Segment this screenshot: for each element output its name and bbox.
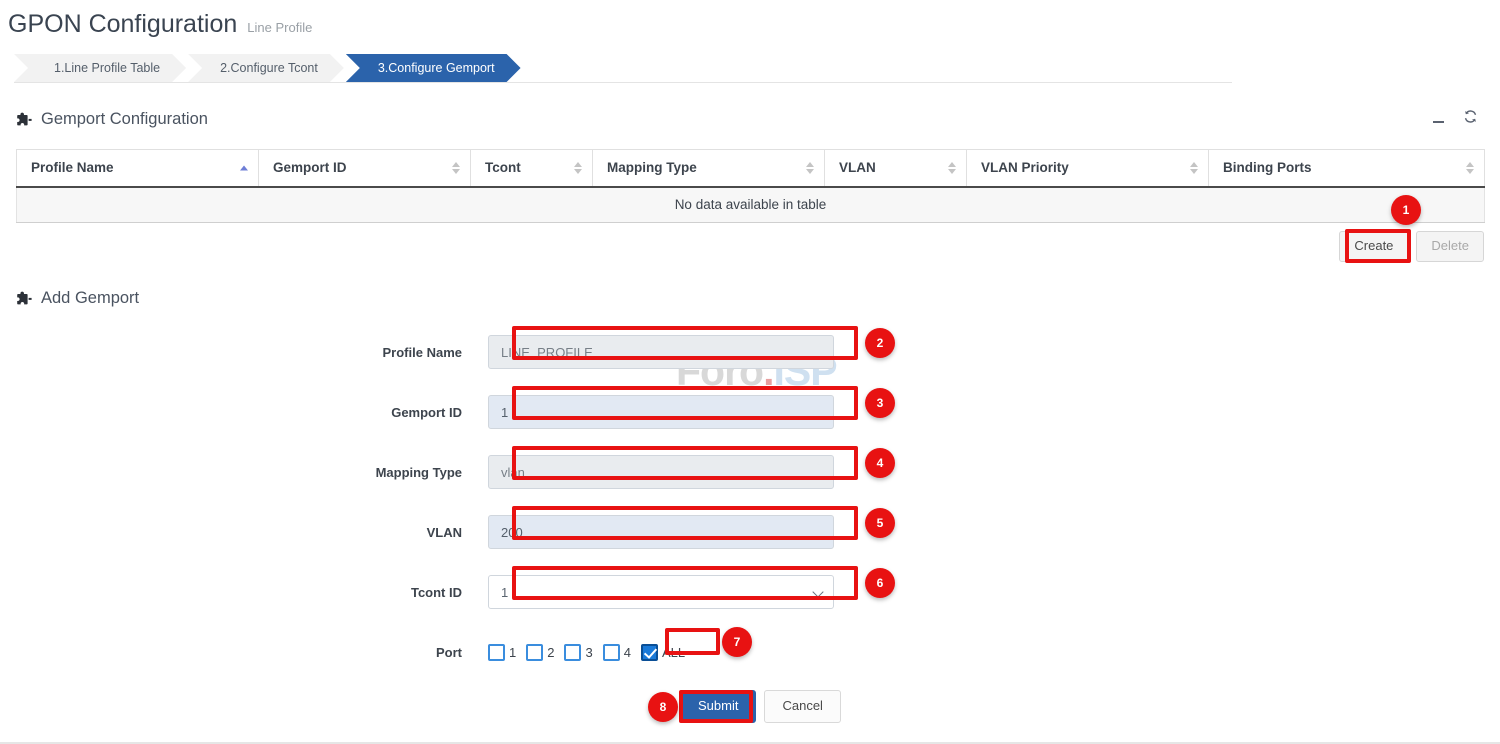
refresh-icon[interactable]	[1463, 109, 1478, 128]
label-mapping-type: Mapping Type	[0, 465, 488, 480]
puzzle-piece-icon	[16, 291, 32, 307]
table-actions: Create Delete	[1339, 231, 1484, 262]
port-checkbox-all-label: ALL	[662, 645, 685, 660]
port-checkbox-group: 1 2 3 4 ALL	[488, 635, 834, 669]
vlan-input[interactable]	[488, 515, 834, 549]
port-checkbox-1-label: 1	[509, 645, 516, 660]
page-header: GPON Configuration Line Profile	[8, 10, 312, 39]
column-label: Mapping Type	[607, 160, 697, 175]
puzzle-piece-icon	[16, 112, 32, 128]
form-row-tcont-id: Tcont ID 1	[0, 562, 1500, 622]
column-header-binding-ports[interactable]: Binding Ports	[1209, 150, 1485, 187]
column-header-gemport-id[interactable]: Gemport ID	[259, 150, 471, 187]
panel-tools	[1433, 109, 1478, 128]
label-tcont-id: Tcont ID	[0, 585, 488, 600]
sort-icon[interactable]	[1190, 162, 1198, 174]
table-empty-message: No data available in table	[17, 187, 1485, 223]
wizard-divider	[14, 82, 1232, 83]
sort-icon[interactable]	[452, 162, 460, 174]
annotation-badge-4: 4	[865, 448, 895, 478]
delete-button[interactable]: Delete	[1416, 231, 1484, 262]
column-header-mapping-type[interactable]: Mapping Type	[593, 150, 825, 187]
mapping-type-input[interactable]	[488, 455, 834, 489]
form-row-vlan: VLAN	[0, 502, 1500, 562]
sort-ascending-icon[interactable]	[240, 165, 248, 170]
annotation-badge-6: 6	[865, 568, 895, 598]
annotation-badge-8: 8	[648, 692, 678, 722]
label-profile-name: Profile Name	[0, 345, 488, 360]
port-checkbox-1-item[interactable]: 1	[488, 644, 516, 661]
annotation-badge-3: 3	[865, 388, 895, 418]
port-checkbox-2-item[interactable]: 2	[526, 644, 554, 661]
column-label: Binding Ports	[1223, 160, 1312, 175]
page-subtitle: Line Profile	[247, 20, 312, 35]
column-label: Profile Name	[31, 160, 114, 175]
minus-icon[interactable]	[1433, 114, 1444, 123]
form-row-profile-name: Profile Name	[0, 322, 1500, 382]
wizard-step-3[interactable]: 3.Configure Gemport	[346, 54, 521, 82]
annotation-badge-1: 1	[1391, 195, 1421, 225]
form-row-gemport-id: Gemport ID	[0, 382, 1500, 442]
column-header-vlan[interactable]: VLAN	[825, 150, 967, 187]
form-row-port: Port 1 2 3	[0, 622, 1500, 682]
port-checkbox-3[interactable]	[564, 644, 581, 661]
sort-icon[interactable]	[948, 162, 956, 174]
annotation-badge-7: 7	[722, 627, 752, 657]
wizard-step-1[interactable]: 1.Line Profile Table	[14, 54, 186, 82]
wizard-steps: 1.Line Profile Table 2.Configure Tcont 3…	[14, 54, 523, 82]
page-title: GPON Configuration	[8, 10, 237, 39]
port-checkbox-4-label: 4	[624, 645, 631, 660]
profile-name-input[interactable]	[488, 335, 834, 369]
column-label: VLAN	[839, 160, 876, 175]
sort-icon[interactable]	[1466, 162, 1474, 174]
port-checkbox-4-item[interactable]: 4	[603, 644, 631, 661]
annotation-badge-5: 5	[865, 508, 895, 538]
sort-icon[interactable]	[806, 162, 814, 174]
annotation-badge-2: 2	[865, 328, 895, 358]
cancel-button[interactable]: Cancel	[764, 690, 840, 723]
form-actions: Submit Cancel	[0, 690, 1500, 723]
column-header-profile-name[interactable]: Profile Name	[17, 150, 259, 187]
column-label: Gemport ID	[273, 160, 347, 175]
port-checkbox-3-item[interactable]: 3	[564, 644, 592, 661]
gemport-id-input[interactable]	[488, 395, 834, 429]
create-button[interactable]: Create	[1339, 231, 1408, 262]
port-checkbox-2[interactable]	[526, 644, 543, 661]
gemport-table: Profile Name Gemport ID Tcont Mapping Ty…	[16, 149, 1484, 223]
port-checkbox-all[interactable]	[641, 644, 658, 661]
sort-icon[interactable]	[574, 162, 582, 174]
form-row-mapping-type: Mapping Type	[0, 442, 1500, 502]
table-empty-row: No data available in table	[17, 187, 1485, 223]
port-checkbox-all-item[interactable]: ALL	[641, 644, 685, 661]
column-header-tcont[interactable]: Tcont	[471, 150, 593, 187]
column-label: VLAN Priority	[981, 160, 1069, 175]
panel-title: Gemport Configuration	[41, 110, 208, 129]
submit-button[interactable]: Submit	[680, 690, 756, 723]
label-port: Port	[0, 645, 488, 660]
add-gemport-header: Add Gemport	[16, 289, 139, 308]
wizard-step-2[interactable]: 2.Configure Tcont	[188, 54, 344, 82]
gemport-configuration-header: Gemport Configuration	[16, 110, 208, 129]
label-gemport-id: Gemport ID	[0, 405, 488, 420]
port-checkbox-4[interactable]	[603, 644, 620, 661]
gpon-configuration-page: Foro.ISP GPON Configuration Line Profile…	[0, 0, 1500, 744]
column-header-vlan-priority[interactable]: VLAN Priority	[967, 150, 1209, 187]
table-header-row: Profile Name Gemport ID Tcont Mapping Ty…	[17, 150, 1485, 187]
add-gemport-form: Profile Name Gemport ID Mapping Type VLA…	[0, 322, 1500, 682]
column-label: Tcont	[485, 160, 521, 175]
form-title: Add Gemport	[41, 289, 139, 308]
port-checkbox-3-label: 3	[585, 645, 592, 660]
label-vlan: VLAN	[0, 525, 488, 540]
tcont-id-select[interactable]: 1	[488, 575, 834, 609]
port-checkbox-2-label: 2	[547, 645, 554, 660]
port-checkbox-1[interactable]	[488, 644, 505, 661]
